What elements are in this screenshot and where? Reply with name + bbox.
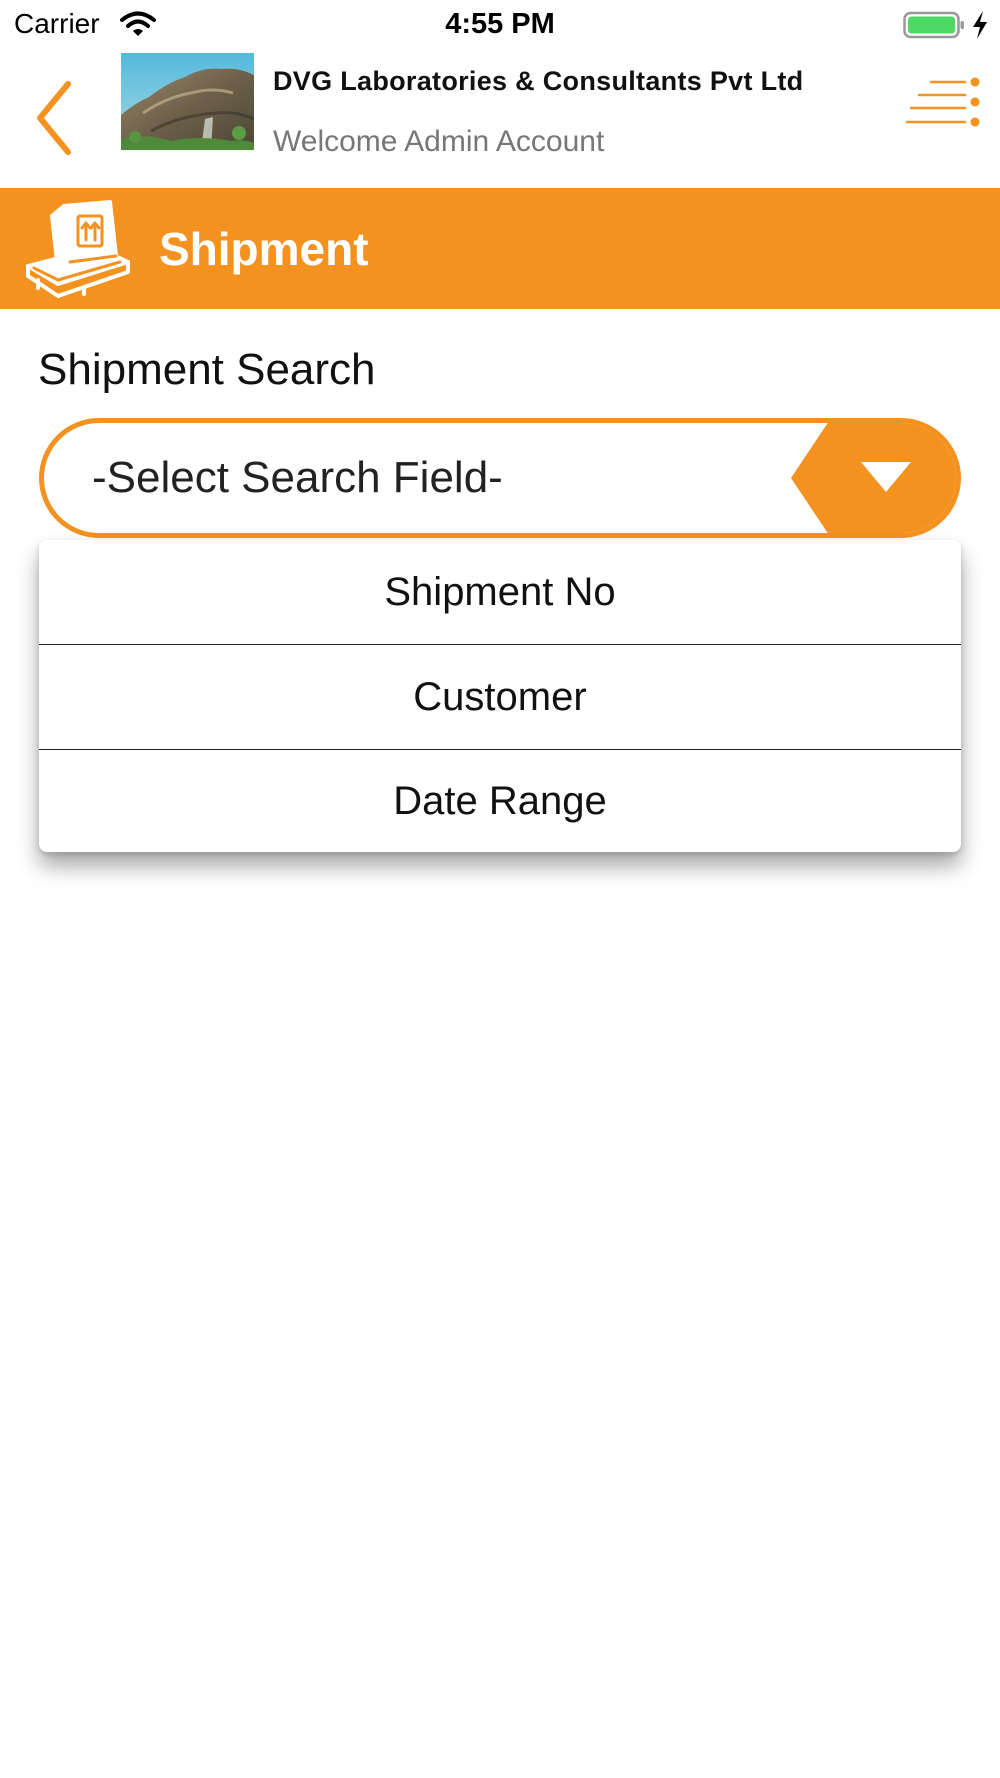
screen: Carrier 4:55 PM DVG Laboratories & Consu… [0,0,1000,1778]
search-label: Shipment Search [38,345,376,394]
search-field-select[interactable]: -Select Search Field- [39,418,961,538]
dropdown-arrow-icon[interactable] [791,418,961,538]
back-button[interactable] [26,66,86,156]
charging-icon [973,11,987,39]
select-value: -Select Search Field- [92,453,503,502]
search-field-dropdown: Shipment No Customer Date Range [39,540,961,852]
status-time: 4:55 PM [445,8,555,40]
battery-icon [903,11,964,39]
welcome-message: Welcome Admin Account [273,125,605,158]
side-menu-icon[interactable] [905,76,981,134]
company-name: DVG Laboratories & Consultants Pvt Ltd [273,66,804,96]
option-date-range[interactable]: Date Range [39,750,961,852]
status-bar: Carrier 4:55 PM [0,0,1000,50]
option-shipment-no[interactable]: Shipment No [39,540,961,645]
company-logo-image [121,53,254,150]
section-banner: Shipment [0,188,1000,309]
box-on-pallet-icon [26,200,130,298]
option-customer[interactable]: Customer [39,645,961,750]
section-title: Shipment [159,223,369,275]
app-header: DVG Laboratories & Consultants Pvt Ltd W… [0,50,1000,188]
